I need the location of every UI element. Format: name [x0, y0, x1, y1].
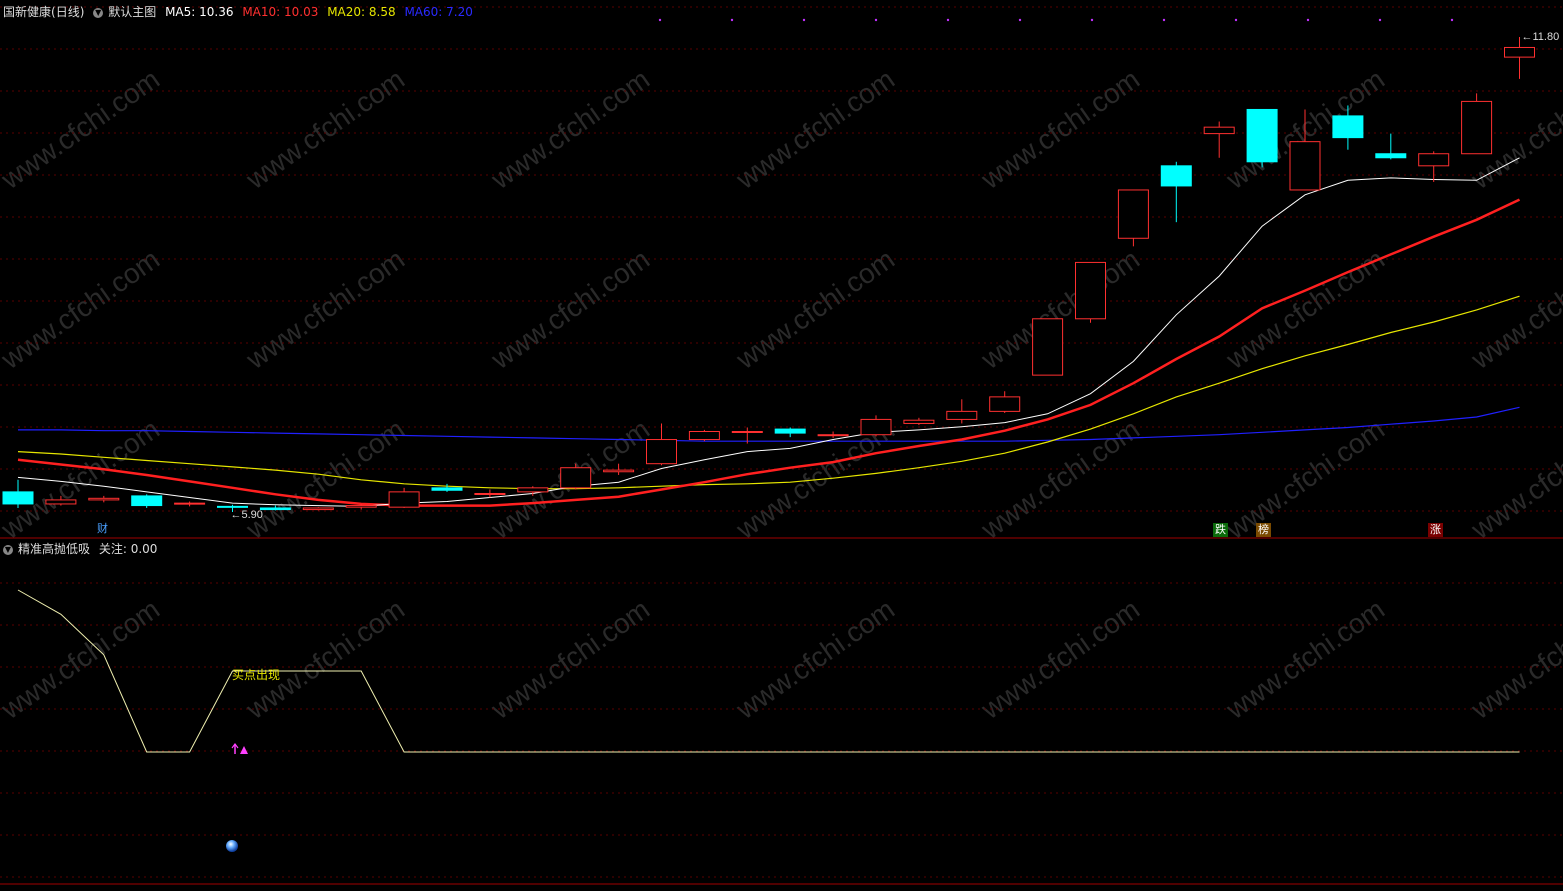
candle-down	[1246, 108, 1278, 163]
candle-up	[88, 497, 120, 501]
candle-up	[817, 434, 849, 437]
candle-up	[1289, 141, 1321, 191]
buy-signal-text: 买点出现	[232, 668, 280, 682]
candle-up	[860, 418, 892, 436]
candle-up	[1203, 126, 1235, 135]
candle-up	[903, 419, 935, 424]
candle-down	[2, 491, 34, 505]
marker-zhang[interactable]: 涨	[1428, 523, 1443, 537]
candle-down	[131, 495, 163, 507]
stock-name[interactable]: 国新健康	[3, 5, 51, 19]
candle-up	[946, 410, 978, 420]
candle-up	[1117, 189, 1149, 239]
candle-up	[731, 430, 763, 433]
candle-up	[688, 430, 720, 441]
main-chart-header: 国新健康(日线) ▼ 默认主图 MA5: 10.36 MA10: 10.03 MA…	[3, 3, 478, 20]
watermark-text: www.cfchi.com	[0, 413, 165, 545]
candle-up	[1032, 318, 1064, 376]
candle-down	[259, 507, 291, 511]
watermark-text: www.cfchi.com	[240, 243, 410, 375]
period-dot	[802, 18, 806, 22]
watermark-text: www.cfchi.com	[975, 413, 1145, 545]
ma5-value: MA5: 10.36	[165, 5, 234, 19]
candle-up	[174, 502, 206, 505]
chevron-down-icon[interactable]: ▼	[93, 7, 104, 18]
watermark-text: www.cfchi.com	[1465, 413, 1563, 545]
candle-up	[45, 499, 77, 505]
period-dot	[1018, 18, 1022, 22]
watermark-text: www.cfchi.com	[0, 63, 165, 195]
period-label[interactable]: (日线)	[51, 5, 84, 19]
watermark-text: www.cfchi.com	[730, 593, 900, 725]
watermark-text: www.cfchi.com	[485, 63, 655, 195]
watermark-text: www.cfchi.com	[240, 63, 410, 195]
ma20-value: MA20: 8.58	[327, 5, 396, 19]
watermark-text: www.cfchi.com	[730, 243, 900, 375]
candle-up	[474, 492, 506, 495]
candle-up	[1075, 261, 1106, 320]
low-price-label: ←5.90	[231, 509, 263, 521]
candle-down	[774, 428, 806, 434]
kline-chart[interactable]: www.cfchi.com www.cfchi.com www.cfchi.com w…	[0, 0, 1563, 887]
candle-up	[345, 505, 377, 508]
watermark-text: www.cfchi.com	[0, 243, 165, 375]
candle-up	[517, 487, 549, 493]
watermark-text: www.cfchi.com	[730, 63, 900, 195]
marker-bang[interactable]: 榜	[1256, 523, 1271, 537]
period-dot	[1450, 18, 1454, 22]
watermark-text: www.cfchi.com	[485, 593, 655, 725]
watermark-text: www.cfchi.com	[975, 593, 1145, 725]
period-dot	[1162, 18, 1166, 22]
sub-chart-header: ▼ 精准高抛低吸 关注: 0.00	[3, 540, 162, 557]
main-chart-name[interactable]: 默认主图	[108, 5, 156, 19]
candle-up	[1418, 153, 1450, 167]
watermark-text: www.cfchi.com	[240, 593, 410, 725]
high-price-label: ←11.80	[1522, 31, 1560, 43]
watermark-text: www.cfchi.com	[1220, 593, 1390, 725]
marker-cai[interactable]: 财	[95, 522, 110, 536]
candle-up	[1504, 46, 1535, 58]
marker-die[interactable]: 跌	[1213, 523, 1228, 537]
watermark-text: www.cfchi.com	[0, 593, 165, 725]
ma60-line	[18, 406, 1520, 442]
period-dot	[1090, 18, 1094, 22]
candle-down	[1332, 115, 1364, 139]
ma60-value: MA60: 7.20	[404, 5, 473, 19]
period-dot	[730, 18, 734, 22]
candle-down	[1160, 165, 1192, 187]
indicator-value: 关注: 0.00	[98, 542, 158, 556]
period-dot	[658, 18, 662, 22]
candle-up	[603, 469, 635, 473]
candle-up	[1461, 100, 1493, 155]
ma10-value: MA10: 10.03	[242, 5, 319, 19]
watermark-text: www.cfchi.com	[975, 63, 1145, 195]
period-dot	[1378, 18, 1382, 22]
signal-ball-icon	[226, 840, 238, 852]
candle-up	[646, 439, 677, 465]
watermark-text: www.cfchi.com	[485, 243, 655, 375]
candle-up	[560, 467, 592, 489]
candle-down	[1375, 153, 1407, 159]
period-dot	[1306, 18, 1310, 22]
candle-down	[217, 505, 248, 508]
candle-up	[388, 491, 420, 508]
period-dot	[946, 18, 950, 22]
buy-triangle-icon	[240, 746, 248, 754]
period-dot	[1234, 18, 1238, 22]
watermark-text: www.cfchi.com	[1465, 593, 1563, 725]
indicator-name[interactable]: 精准高抛低吸	[18, 542, 90, 556]
candle-up	[302, 507, 334, 511]
candle-up	[989, 396, 1021, 412]
period-dot	[874, 18, 878, 22]
chart-window: www.cfchi.com www.cfchi.com www.cfchi.com w…	[0, 0, 1563, 887]
candle-down	[431, 487, 463, 491]
chevron-down-icon[interactable]: ▼	[3, 544, 13, 555]
